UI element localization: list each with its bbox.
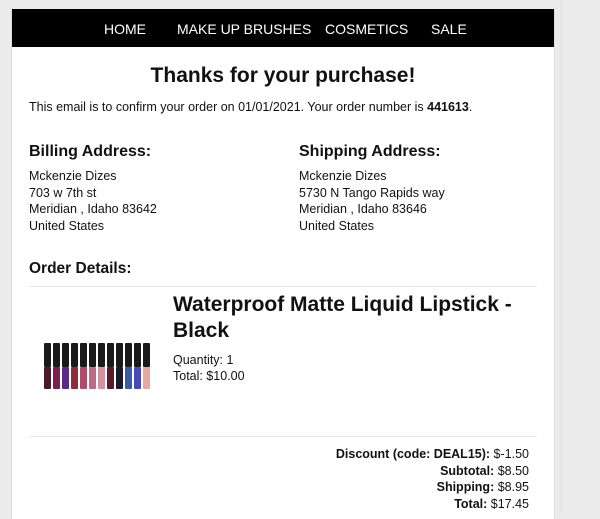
page-background-strip: [561, 0, 600, 513]
nav-sale-link[interactable]: SALE: [431, 21, 467, 37]
billing-address-title: Billing Address:: [29, 143, 152, 160]
lipstick-cap: [116, 343, 123, 367]
shipping-value: $8.95: [497, 480, 529, 494]
lipstick-cap: [80, 343, 87, 367]
lipstick-tube: [44, 367, 51, 389]
billing-city: Meridian , Idaho 83642: [29, 202, 157, 216]
discount-label: Discount (code: DEAL15):: [335, 447, 491, 461]
total-row: Total: $17.45: [336, 496, 529, 513]
lipstick-tube: [62, 367, 69, 389]
nav-home-link[interactable]: HOME: [104, 21, 146, 37]
shipping-row: Shipping: $8.95: [336, 479, 529, 496]
lipstick-tube: [107, 367, 114, 389]
billing-street: 703 w 7th st: [29, 185, 97, 200]
lipstick-tube: [80, 367, 87, 389]
subtotal-label: Subtotal:: [440, 463, 495, 478]
lipstick-cap: [71, 343, 78, 367]
lipstick-tube: [71, 367, 78, 389]
product-quantity: Quantity: 1: [173, 353, 234, 367]
product-name[interactable]: Waterproof Matte Liquid Lipstick - Black: [173, 292, 543, 344]
order-number: 441613: [427, 100, 469, 114]
lipstick-cap: [62, 343, 69, 367]
lipstick-cap: [107, 343, 114, 367]
lipstick-tube: [89, 367, 96, 389]
shipping-name: Mckenzie Dizes: [299, 169, 387, 183]
confirmation-message: This email is to confirm your order on 0…: [29, 100, 428, 114]
discount-value: $-1.50: [493, 447, 529, 461]
lipstick-cap: [134, 343, 141, 367]
top-nav-bar: HOME MAKE UP BRUSHES COSMETICS SALE: [12, 9, 554, 47]
lipstick-tube: [53, 367, 60, 389]
lipstick-cap: [44, 343, 51, 367]
lipstick-tube: [116, 367, 123, 389]
divider: [29, 286, 537, 287]
shipping-address-title: Shipping Address:: [299, 143, 441, 160]
billing-address: Billing Address: Mckenzie Dizes 703 w 7t…: [29, 142, 157, 234]
shipping-street: 5730 N Tango Rapids way: [299, 185, 445, 200]
product-total: Total: $10.00: [173, 369, 245, 383]
email-body: HOME MAKE UP BRUSHES COSMETICS SALE Than…: [11, 9, 555, 519]
lipstick-tubes-image: [32, 295, 160, 395]
billing-name: Mckenzie Dizes: [29, 169, 117, 183]
shipping-city: Meridian , Idaho 83646: [299, 202, 427, 216]
lipstick-tube: [98, 367, 105, 389]
order-totals: Discount (code: DEAL15): $-1.50 Subtotal…: [336, 446, 529, 512]
lipstick-cap: [53, 343, 60, 367]
page-title: Thanks for your purchase!: [150, 64, 416, 87]
shipping-label: Shipping:: [436, 480, 495, 494]
total-label: Total:: [454, 496, 488, 511]
lipstick-cap: [98, 343, 105, 367]
billing-country: United States: [29, 218, 105, 233]
lipstick-tube: [134, 367, 141, 389]
subtotal-value: $8.50: [497, 463, 529, 478]
lipstick-tube: [143, 367, 150, 389]
lipstick-cap: [143, 343, 150, 367]
confirmation-text: This email is to confirm your order on 0…: [29, 100, 472, 114]
product-info: Quantity: 1 Total: $10.00: [173, 352, 245, 384]
discount-row: Discount (code: DEAL15): $-1.50: [336, 446, 529, 463]
shipping-country: United States: [299, 218, 375, 233]
confirmation-end: .: [468, 100, 473, 114]
nav-cosmetics-link[interactable]: COSMETICS: [325, 21, 408, 37]
divider: [29, 436, 537, 437]
lipstick-tube: [125, 367, 132, 389]
nav-make-up-brushes-link[interactable]: MAKE UP BRUSHES: [177, 21, 311, 37]
lipstick-cap: [89, 343, 96, 367]
shipping-address: Shipping Address: Mckenzie Dizes 5730 N …: [299, 142, 445, 234]
subtotal-row: Subtotal: $8.50: [336, 463, 529, 480]
lipstick-cap: [125, 343, 132, 367]
total-value: $17.45: [490, 496, 529, 511]
lipstick-tubes-icon: [44, 343, 150, 389]
order-details-title: Order Details:: [29, 260, 132, 277]
